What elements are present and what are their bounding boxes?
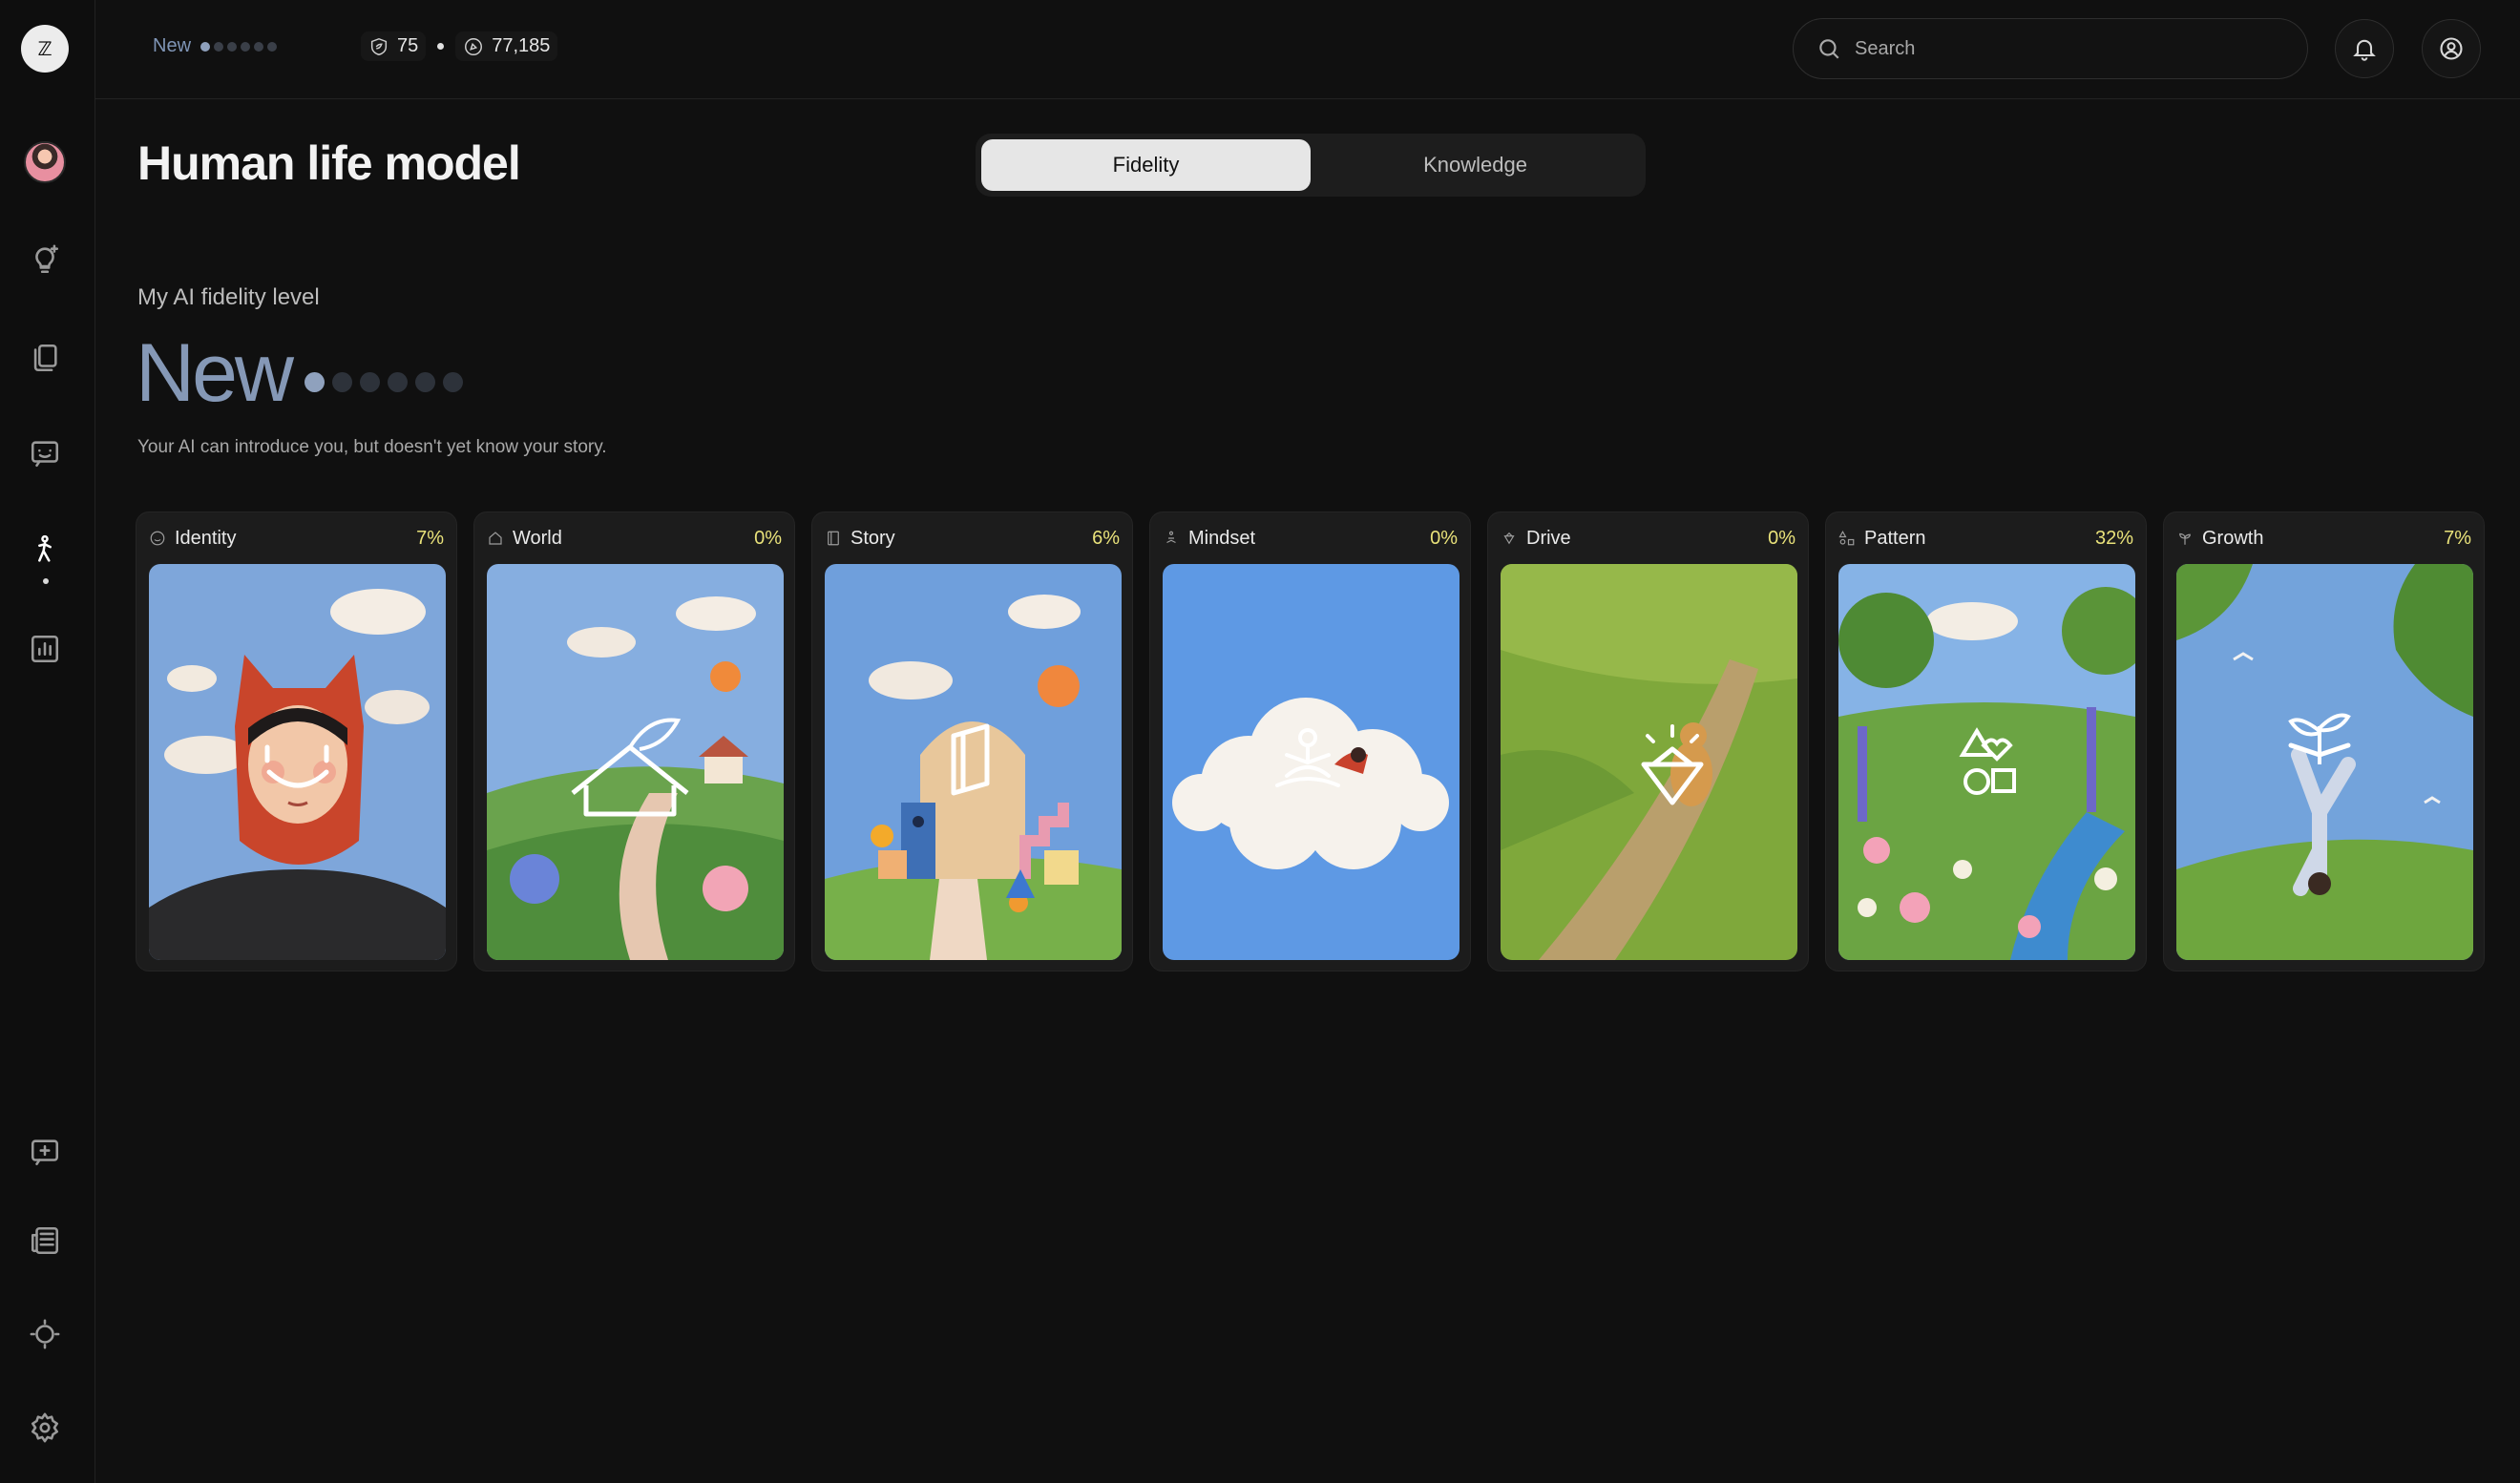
topbar-level-dots — [200, 41, 278, 52]
topbar-level[interactable]: New — [153, 35, 278, 57]
sun-icon — [30, 1319, 60, 1349]
card-title: Identity — [175, 527, 237, 549]
lightbulb-sparkle-icon — [35, 244, 59, 274]
growth-illustration — [2176, 564, 2473, 960]
fidelity-label: My AI fidelity level — [137, 284, 320, 310]
card-title: Story — [850, 527, 895, 549]
sidebar-item-chat[interactable] — [26, 434, 64, 472]
sprout-icon — [2179, 533, 2191, 545]
person-icon — [38, 534, 52, 562]
level-dot — [332, 372, 353, 392]
level-dot — [443, 372, 464, 392]
card-percent: 0% — [1430, 527, 1458, 549]
sidebar: ℤ — [0, 0, 95, 1483]
world-illustration — [487, 564, 784, 960]
tab-fidelity[interactable]: Fidelity — [981, 139, 1311, 191]
active-indicator — [43, 578, 49, 584]
tab-knowledge[interactable]: Knowledge — [1311, 139, 1640, 191]
card-identity[interactable]: Identity 7% — [136, 512, 457, 971]
house-icon — [489, 532, 502, 545]
smile-chat-icon — [31, 441, 59, 468]
search-input[interactable] — [1855, 37, 2256, 60]
page-title: Human life model — [137, 136, 521, 190]
sidebar-item-settings[interactable] — [26, 1409, 64, 1447]
topbar-stats: 75 77,185 — [361, 31, 558, 61]
card-title: Mindset — [1188, 527, 1256, 549]
identity-illustration — [149, 564, 446, 960]
card-world[interactable]: World 0% — [473, 512, 795, 971]
search-icon — [1819, 39, 1839, 59]
app-logo[interactable]: ℤ — [21, 25, 69, 73]
card-mindset[interactable]: Mindset 0% — [1149, 512, 1471, 971]
card-title: Growth — [2202, 527, 2264, 549]
pattern-illustration — [1838, 564, 2135, 960]
compass-icon — [465, 37, 483, 55]
level-dot — [388, 372, 409, 392]
level-dot — [254, 41, 264, 52]
book-icon — [828, 531, 839, 546]
card-story[interactable]: Story 6% — [811, 512, 1133, 971]
card-percent: 32% — [2094, 527, 2133, 549]
level-dot — [227, 41, 238, 52]
notifications-button[interactable] — [2335, 19, 2394, 78]
card-pattern[interactable]: Pattern 32% — [1825, 512, 2147, 971]
level-dot — [200, 41, 211, 52]
fidelity-level: New — [136, 326, 464, 421]
card-percent: 0% — [754, 527, 782, 549]
profile-avatar[interactable] — [24, 141, 66, 183]
card-percent: 7% — [2444, 527, 2471, 549]
newspaper-icon — [31, 1226, 59, 1255]
search-box[interactable] — [1793, 18, 2308, 79]
card-title: Pattern — [1864, 527, 1926, 549]
leaf-shield-icon — [370, 37, 388, 55]
mindset-illustration — [1163, 564, 1460, 960]
top-bar: New 75 77,185 — [95, 0, 2520, 99]
stat-separator — [437, 43, 445, 50]
card-percent: 6% — [1092, 527, 1120, 549]
bell-icon — [2353, 39, 2376, 61]
card-drive[interactable]: Drive 0% — [1487, 512, 1809, 971]
stat-chip-one[interactable]: 75 — [361, 31, 427, 61]
card-percent: 7% — [416, 527, 444, 549]
level-dot — [360, 372, 381, 392]
view-tabs: Fidelity Knowledge — [976, 134, 1646, 197]
sidebar-item-life-model[interactable] — [26, 531, 64, 569]
add-chat-icon — [31, 1139, 59, 1166]
fidelity-level-word: New — [136, 327, 294, 419]
stat-chip-two[interactable]: 77,185 — [455, 31, 558, 61]
sidebar-item-ideas[interactable] — [26, 240, 64, 279]
sidebar-item-library[interactable] — [26, 339, 64, 377]
level-dot — [267, 41, 278, 52]
card-growth[interactable]: Growth 7% — [2163, 512, 2485, 971]
card-title: Drive — [1526, 527, 1571, 549]
drive-illustration — [1501, 564, 1797, 960]
smile-icon — [150, 531, 165, 546]
user-circle-icon — [2440, 37, 2463, 60]
account-button[interactable] — [2422, 19, 2481, 78]
gear-icon — [31, 1412, 59, 1443]
card-percent: 0% — [1768, 527, 1796, 549]
category-cards: Identity 7% World 0% Story 6% Mindset 0%… — [136, 512, 2485, 971]
sidebar-item-new-chat[interactable] — [26, 1133, 64, 1171]
card-title: World — [513, 527, 562, 549]
fidelity-level-dots — [304, 372, 464, 392]
level-dot — [241, 41, 251, 52]
sidebar-item-news[interactable] — [26, 1222, 64, 1260]
stat-two-value: 77,185 — [492, 35, 551, 56]
stack-icon — [33, 344, 57, 372]
level-dot — [415, 372, 436, 392]
meditate-icon — [1166, 531, 1176, 544]
fidelity-description: Your AI can introduce you, but doesn't y… — [137, 437, 607, 457]
sidebar-item-theme[interactable] — [26, 1315, 64, 1353]
topbar-level-label: New — [153, 35, 192, 56]
level-dot — [214, 41, 224, 52]
sidebar-item-stats[interactable] — [26, 630, 64, 668]
shapes-icon — [1838, 531, 1855, 546]
level-dot — [304, 372, 326, 392]
diamond-icon — [1503, 532, 1515, 545]
story-illustration — [825, 564, 1122, 960]
stat-one-value: 75 — [397, 35, 419, 56]
bar-chart-icon — [31, 635, 59, 663]
